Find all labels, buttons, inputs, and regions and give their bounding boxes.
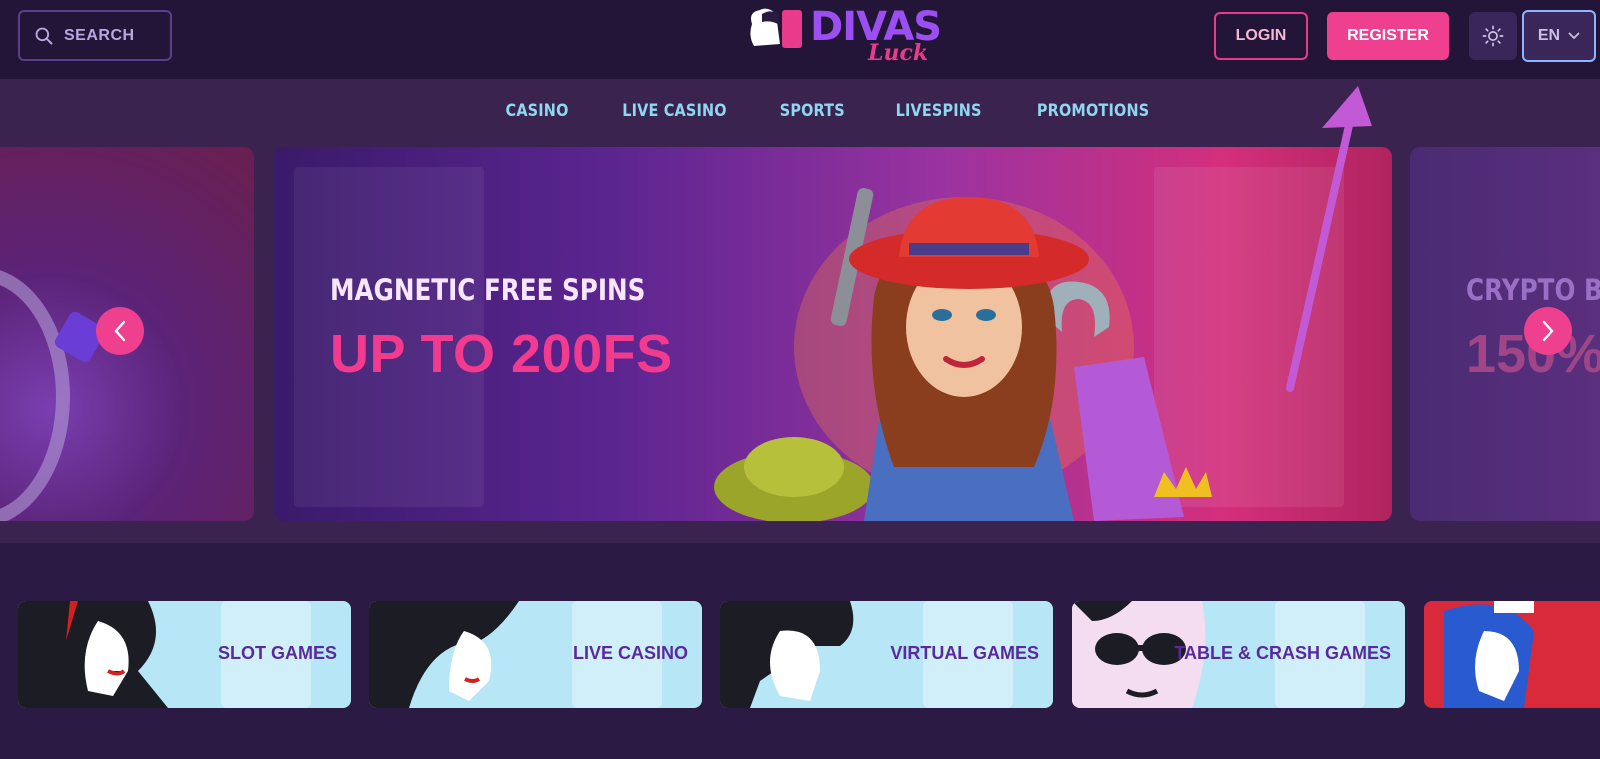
register-button[interactable]: REGISTER [1327,12,1449,60]
category-label: VIRTUAL GAMES [890,643,1039,663]
category-tiles: SLOT GAMES LIVE CASINO VIRTUAL GAMES TAB… [0,601,1600,709]
category-label: LIVE CASINO [572,643,688,663]
nav-item-promotions[interactable]: PROMOTIONS [1037,101,1149,121]
next-promo-kicker: CRYPTO BONUS [1466,273,1600,307]
language-select[interactable]: EN [1522,10,1596,62]
promo-carousel: MAGNETIC FREE SPINS UP TO 200FS CRYPTO 1… [0,143,1600,543]
diva-logo-mark [750,8,802,48]
header: SEARCH DIVAS Luck LOGIN REGISTER EN [0,0,1600,79]
search-label: SEARCH [64,26,135,44]
diva-portrait [369,601,519,708]
category-tile-table-crash-games[interactable]: TABLE & CRASH GAMES [1072,601,1405,708]
chevron-left-icon [114,320,126,342]
chevron-down-icon [1568,32,1580,40]
promo-title: UP TO 200FS [330,324,673,384]
cowgirl-illustration [714,187,1212,521]
promo-kicker: MAGNETIC FREE SPINS [330,273,646,307]
category-tile-live-casino[interactable]: LIVE CASINO [369,601,702,708]
main-nav: CASINO LIVE CASINO SPORTS LIVESPINS PROM… [0,79,1600,143]
logo[interactable]: DIVAS Luck [746,2,942,68]
category-label: SLOT GAMES [217,643,337,663]
language-label: EN [1537,27,1561,44]
nav-item-casino[interactable]: CASINO [506,101,569,121]
category-tile-partial[interactable] [1424,601,1600,708]
decor-ring [0,267,70,521]
diva-portrait [1424,601,1574,708]
nav-item-live-casino[interactable]: LIVE CASINO [622,101,726,121]
diva-portrait [18,601,168,708]
theme-toggle-button[interactable] [1469,12,1517,60]
slide-current[interactable]: MAGNETIC FREE SPINS UP TO 200FS [274,147,1392,521]
nav-item-sports[interactable]: SPORTS [779,101,844,121]
category-tile-virtual-games[interactable]: VIRTUAL GAMES [720,601,1053,708]
category-tile-slot-games[interactable]: SLOT GAMES [18,601,351,708]
logo-subtext: Luck [868,40,929,66]
page: SEARCH DIVAS Luck LOGIN REGISTER EN CASI… [0,0,1600,759]
carousel-prev-button[interactable] [96,307,144,355]
category-label: TABLE & CRASH GAMES [1174,643,1391,663]
sun-icon [1482,25,1504,47]
chevron-right-icon [1542,320,1554,342]
carousel-next-button[interactable] [1524,307,1572,355]
search-icon [35,27,53,44]
nav-item-livespins[interactable]: LIVESPINS [896,101,982,121]
search-box[interactable]: SEARCH [18,10,172,61]
login-button[interactable]: LOGIN [1214,12,1308,60]
diva-portrait [720,601,854,708]
